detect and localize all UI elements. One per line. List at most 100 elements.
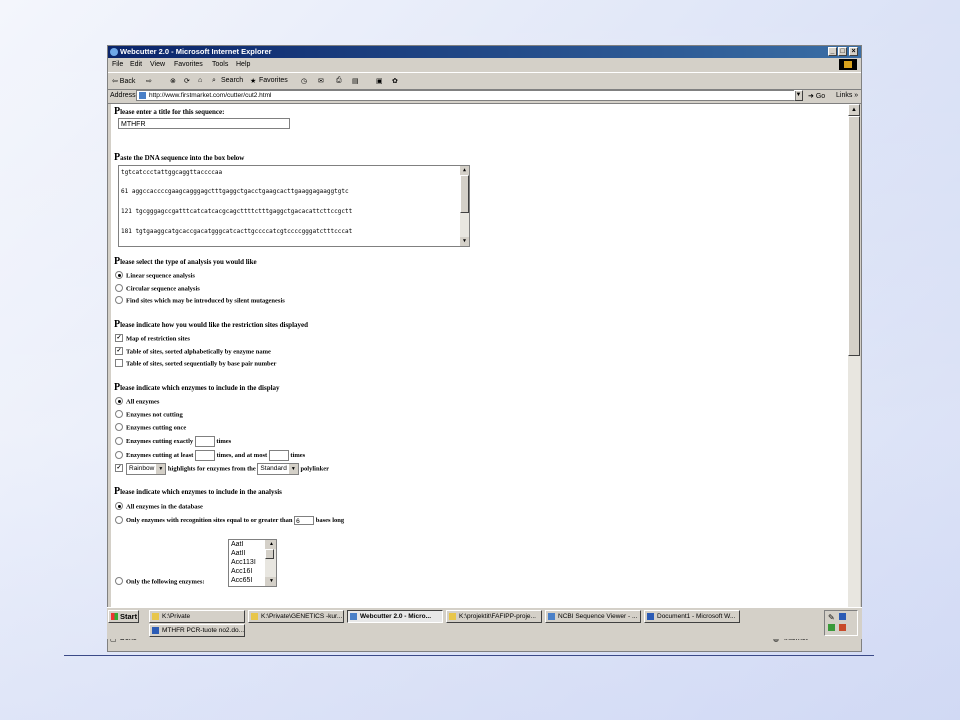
- radio-icon[interactable]: [115, 450, 123, 459]
- messenger-icon[interactable]: ✿: [392, 77, 398, 85]
- analysis-enzyme-all[interactable]: All enzymes in the database: [115, 502, 203, 511]
- refresh-icon[interactable]: ⟳: [184, 77, 190, 85]
- favorites-button[interactable]: Favorites: [259, 77, 288, 84]
- display-option-map[interactable]: ✓ Map of restriction sites: [115, 334, 190, 343]
- scroll-up-icon[interactable]: ▲: [848, 104, 860, 116]
- enzyme-listbox[interactable]: AatI AatII Acc113I Acc16I Acc65I ▲ ▼: [228, 539, 277, 587]
- scroll-thumb[interactable]: [460, 175, 469, 213]
- radio-icon[interactable]: [115, 436, 123, 445]
- enzyme-option-all[interactable]: All enzymes: [115, 397, 159, 406]
- title-prompt: Please enter a title for this sequence:: [114, 106, 225, 117]
- menu-tools[interactable]: Tools: [212, 61, 228, 68]
- page-scrollbar[interactable]: ▲ ▼: [848, 104, 860, 632]
- radio-icon[interactable]: [115, 284, 123, 292]
- print-icon[interactable]: ⎙: [336, 77, 342, 85]
- taskbar-item[interactable]: K:\projektit\FAFIPP-proje...: [446, 610, 542, 623]
- radio-icon[interactable]: [115, 577, 123, 585]
- mail-icon[interactable]: ✉: [318, 77, 324, 85]
- address-bar: Address http://www.firstmarket.com/cutte…: [108, 89, 861, 104]
- chevron-down-icon: ▼: [156, 464, 166, 474]
- start-button[interactable]: Start: [108, 610, 139, 623]
- search-button[interactable]: Search: [221, 77, 243, 84]
- analysis-option-circular[interactable]: Circular sequence analysis: [115, 284, 200, 293]
- edit-icon[interactable]: ▤: [352, 77, 359, 85]
- display-option-sequential[interactable]: Table of sites, sorted sequentially by b…: [115, 359, 276, 368]
- taskbar-item[interactable]: K:\Private: [149, 610, 245, 623]
- menu-favorites[interactable]: Favorites: [174, 61, 203, 68]
- sequence-title-input[interactable]: MTHFR: [118, 118, 290, 129]
- close-button[interactable]: ×: [849, 47, 858, 56]
- radio-icon[interactable]: [115, 423, 123, 431]
- maximize-button[interactable]: □: [838, 47, 847, 56]
- go-label: Go: [815, 93, 826, 100]
- at-most-input[interactable]: [268, 450, 289, 461]
- discuss-icon[interactable]: ▣: [376, 77, 383, 85]
- enzyme-option-exactly[interactable]: Enzymes cutting exactly times: [115, 436, 231, 447]
- history-icon[interactable]: ◷: [301, 77, 307, 85]
- radio-icon[interactable]: [115, 515, 123, 524]
- minimize-button[interactable]: _: [828, 47, 837, 56]
- scroll-down-icon[interactable]: ▼: [460, 237, 469, 246]
- scroll-thumb[interactable]: [848, 116, 860, 356]
- analysis-enzyme-recognition[interactable]: Only enzymes with recognition sites equa…: [115, 515, 344, 525]
- checkbox-icon[interactable]: ✓: [115, 334, 123, 342]
- radio-icon[interactable]: [115, 397, 123, 405]
- title-bar[interactable]: Webcutter 2.0 - Microsoft Internet Explo…: [108, 46, 861, 58]
- go-button[interactable]: ➜ Go: [808, 92, 825, 100]
- analysis-option-silent[interactable]: Find sites which may be introduced by si…: [115, 296, 285, 305]
- tray-icon[interactable]: ✎: [828, 613, 835, 622]
- scroll-up-icon[interactable]: ▲: [460, 166, 469, 175]
- listbox-scrollbar[interactable]: ▲ ▼: [265, 540, 276, 586]
- menu-file[interactable]: File: [112, 61, 123, 68]
- favorites-icon[interactable]: ★: [250, 77, 256, 85]
- sequence-prompt: Paste the DNA sequence into the box belo…: [114, 152, 245, 163]
- scroll-thumb[interactable]: [265, 549, 274, 559]
- forward-button[interactable]: ⇨: [146, 77, 152, 85]
- address-input[interactable]: http://www.firstmarket.com/cutter/cut2.h…: [136, 90, 796, 101]
- links-button[interactable]: Links »: [836, 92, 858, 99]
- system-tray: ✎: [824, 610, 858, 636]
- taskbar-item[interactable]: Webcutter 2.0 - Micro...: [347, 610, 443, 623]
- taskbar-item[interactable]: K:\Private\GENETICS -kur...: [248, 610, 344, 623]
- menu-view[interactable]: View: [150, 61, 165, 68]
- scroll-up-icon[interactable]: ▲: [265, 540, 276, 549]
- analysis-type-prompt: Please select the type of analysis you w…: [114, 256, 257, 267]
- tray-icon[interactable]: [839, 613, 846, 620]
- taskbar-item[interactable]: NCBI Sequence Viewer - ...: [545, 610, 641, 623]
- polylinker-select[interactable]: Standard ▼: [257, 463, 299, 475]
- radio-icon[interactable]: [115, 502, 123, 510]
- checkbox-icon[interactable]: ✓: [115, 347, 123, 355]
- analysis-option-linear[interactable]: Linear sequence analysis: [115, 271, 195, 280]
- taskbar-item[interactable]: MTHFR PCR-tuote no2.do...: [149, 624, 245, 637]
- stop-icon[interactable]: ⊗: [170, 77, 176, 85]
- radio-icon[interactable]: [115, 296, 123, 304]
- search-icon[interactable]: ⌕: [212, 77, 216, 85]
- enzyme-option-not-cutting[interactable]: Enzymes not cutting: [115, 410, 183, 419]
- word-icon: [152, 627, 159, 634]
- radio-icon[interactable]: [115, 271, 123, 279]
- menu-edit[interactable]: Edit: [130, 61, 142, 68]
- at-least-input[interactable]: [194, 450, 215, 461]
- dna-sequence-textarea[interactable]: tgtcatccctattggcaggttaccccaa 61 aggccacc…: [118, 165, 470, 247]
- display-option-alpha[interactable]: ✓ Table of sites, sorted alphabetically b…: [115, 347, 271, 356]
- checkbox-icon[interactable]: ✓: [115, 464, 123, 472]
- highlight-option[interactable]: ✓ Rainbow ▼ highlights for enzymes from th…: [115, 463, 329, 475]
- home-icon[interactable]: ⌂: [198, 77, 202, 84]
- sequence-scrollbar[interactable]: ▲ ▼: [460, 166, 469, 246]
- tray-icon[interactable]: [839, 624, 846, 631]
- analysis-enzyme-following[interactable]: Only the following enzymes:: [115, 577, 205, 586]
- scroll-down-icon[interactable]: ▼: [265, 577, 276, 586]
- address-dropdown-button[interactable]: ▼: [794, 90, 803, 101]
- taskbar-item[interactable]: Document1 - Microsoft W...: [644, 610, 740, 623]
- exactly-times-input[interactable]: [194, 436, 215, 447]
- sequence-line: 121 tgcgggagccgatttcatcatcacgcagcttttctt…: [121, 208, 353, 215]
- tray-icon[interactable]: [828, 624, 835, 631]
- checkbox-icon[interactable]: [115, 359, 123, 367]
- highlight-color-select[interactable]: Rainbow ▼: [126, 463, 167, 475]
- min-bases-input[interactable]: 6: [294, 516, 315, 525]
- menu-help[interactable]: Help: [236, 61, 250, 68]
- enzyme-option-range[interactable]: Enzymes cutting at least times, and at m…: [115, 450, 305, 461]
- back-button[interactable]: ⇦ Back: [112, 77, 135, 85]
- enzyme-option-once[interactable]: Enzymes cutting once: [115, 423, 186, 432]
- radio-icon[interactable]: [115, 410, 123, 418]
